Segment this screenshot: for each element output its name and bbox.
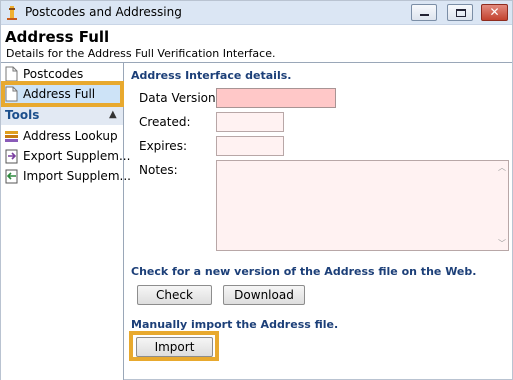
import-icon xyxy=(5,169,18,184)
sidebar-item-import-supplementary[interactable]: Import Supplem... xyxy=(2,166,131,186)
page-subtitle: Details for the Address Full Verificatio… xyxy=(6,47,276,60)
document-icon xyxy=(5,66,18,82)
notes-textarea[interactable]: ︿ ﹀ xyxy=(216,160,509,251)
title-bar: Postcodes and Addressing ✕ xyxy=(1,1,512,25)
collapse-caret-icon[interactable]: ▲ xyxy=(109,109,117,120)
check-button[interactable]: Check xyxy=(137,285,212,305)
created-label: Created: xyxy=(139,115,191,129)
export-icon xyxy=(5,149,18,164)
sidebar-item-label: Export Supplem... xyxy=(23,149,131,163)
tools-section-header[interactable]: Tools ▲ xyxy=(1,107,123,125)
sidebar-item-export-supplementary[interactable]: Export Supplem... xyxy=(2,146,130,166)
sidebar-item-label: Address Lookup xyxy=(23,129,118,143)
close-icon: ✕ xyxy=(489,5,500,19)
download-button[interactable]: Download xyxy=(223,285,305,305)
sidebar: Postcodes Address Full Tools ▲ Address L… xyxy=(1,63,131,380)
close-button[interactable]: ✕ xyxy=(481,4,508,21)
page-title: Address Full xyxy=(5,28,110,46)
scroll-up-icon[interactable]: ︿ xyxy=(498,162,506,173)
expires-label: Expires: xyxy=(139,139,187,153)
maximize-icon xyxy=(456,9,466,17)
data-version-label: Data Version: xyxy=(139,91,220,105)
app-icon xyxy=(7,6,17,20)
created-field[interactable] xyxy=(216,112,284,132)
minimize-icon xyxy=(420,14,429,16)
main-panel: Address Interface details. Data Version:… xyxy=(125,63,512,380)
page-header: Address Full Details for the Address Ful… xyxy=(1,25,512,63)
import-button[interactable]: Import xyxy=(136,337,213,357)
scroll-down-icon[interactable]: ﹀ xyxy=(498,238,506,249)
section-title-web: Check for a new version of the Address f… xyxy=(131,265,477,278)
expires-field[interactable] xyxy=(216,136,284,156)
sidebar-item-label: Postcodes xyxy=(23,67,84,81)
maximize-button[interactable] xyxy=(447,4,473,21)
tools-header-label: Tools xyxy=(5,108,40,122)
app-window: Postcodes and Addressing ✕ Address Full … xyxy=(0,0,513,380)
window-title: Postcodes and Addressing xyxy=(25,5,182,19)
sidebar-item-label: Import Supplem... xyxy=(23,169,131,183)
notes-label: Notes: xyxy=(139,163,178,177)
data-version-field[interactable] xyxy=(216,88,336,108)
selection-highlight xyxy=(1,81,124,107)
section-title-details: Address Interface details. xyxy=(131,69,292,82)
sidebar-item-address-lookup[interactable]: Address Lookup xyxy=(2,126,122,146)
section-title-import: Manually import the Address file. xyxy=(131,318,339,331)
minimize-button[interactable] xyxy=(411,4,437,21)
address-lookup-icon xyxy=(5,131,18,142)
